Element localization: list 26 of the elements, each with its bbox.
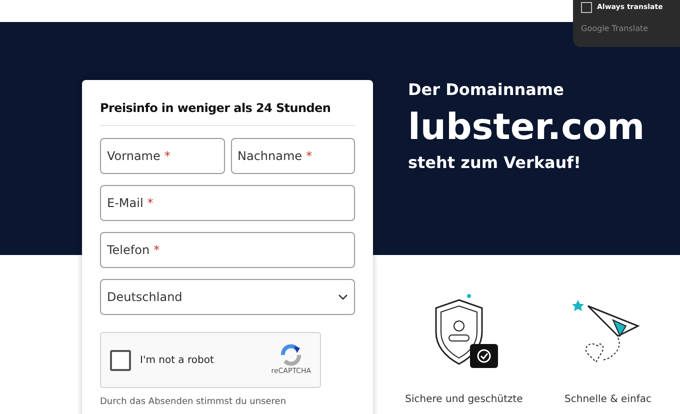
domain-name: lubster.com: [408, 106, 646, 150]
recaptcha-logo-icon: [279, 344, 304, 366]
country-select[interactable]: Deutschland: [100, 279, 355, 315]
hero-eyebrow: Der Domainname: [408, 79, 565, 101]
field-label: E-Mail: [107, 195, 144, 212]
popup-footer: Google Translate: [581, 23, 672, 35]
input-field[interactable]: E-Mail *: [100, 185, 355, 221]
required-mark: *: [306, 148, 312, 165]
required-mark: *: [154, 242, 160, 259]
input-field[interactable]: Vorname *: [100, 138, 224, 174]
input-field[interactable]: Telefon *: [100, 232, 355, 268]
checkbox[interactable]: [581, 2, 592, 13]
chevron-down-icon: [338, 294, 348, 300]
input-field[interactable]: Nachname *: [230, 138, 355, 174]
required-mark: *: [147, 195, 154, 212]
feature-caption: Schnelle & einfac: [564, 393, 652, 406]
feature-caption: Sichere und geschützte: [405, 393, 523, 406]
consent-text: Durch das Absenden stimmst du unseren: [100, 396, 288, 409]
form-title: Preisinfo in weniger als 24 Stunden: [100, 100, 355, 126]
captcha-label: I'm not a robot: [140, 354, 214, 368]
field-label: Telefon: [107, 242, 150, 259]
field-label: Vorname: [107, 148, 160, 165]
hero-tagline: steht zum Verkauf!: [408, 152, 582, 174]
field-label: Nachname: [238, 148, 302, 165]
required-mark: *: [164, 148, 170, 165]
captcha-checkbox[interactable]: [110, 350, 131, 370]
